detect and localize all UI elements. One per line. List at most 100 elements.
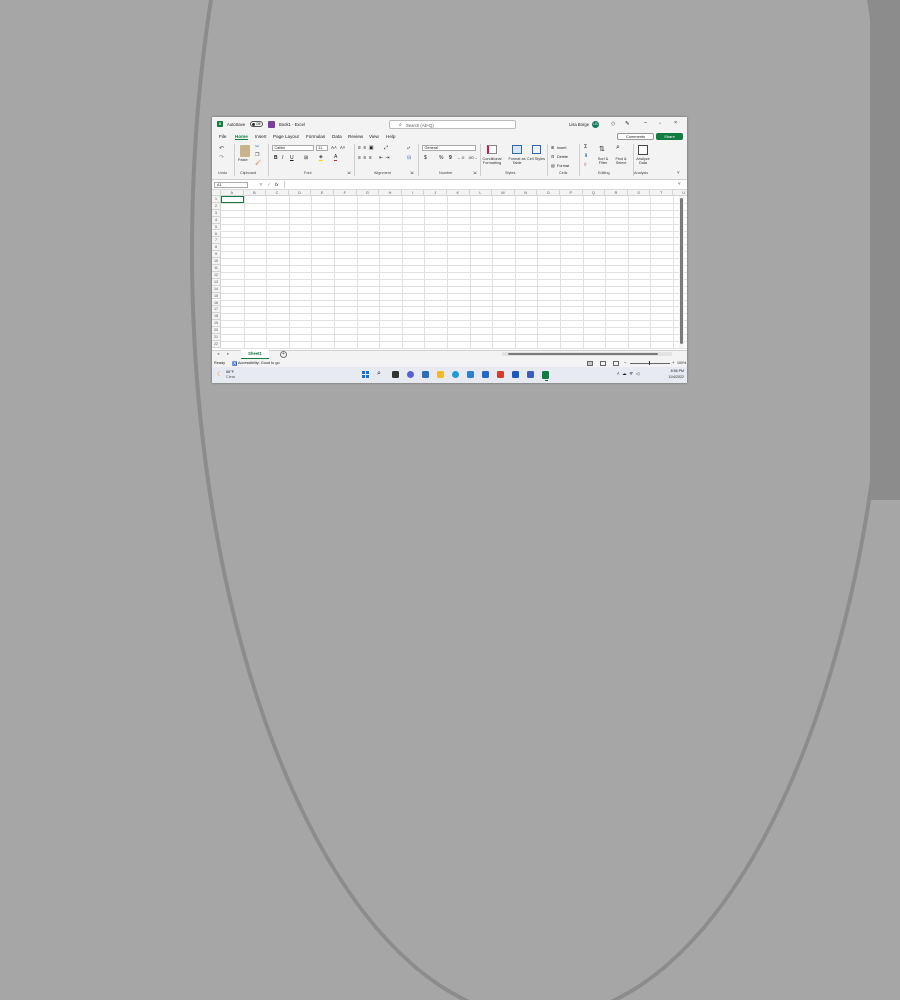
bold-button[interactable]: B: [274, 155, 278, 161]
row-header[interactable]: 10: [212, 258, 221, 265]
column-header[interactable]: I: [402, 190, 425, 196]
add-sheet-button[interactable]: +: [280, 351, 287, 358]
decrease-decimal-icon[interactable]: .00→: [468, 155, 478, 160]
conditional-formatting-label[interactable]: Conditional Formatting: [478, 157, 506, 165]
autosum-icon[interactable]: Σ: [584, 144, 587, 150]
formula-input[interactable]: [284, 181, 680, 188]
row-header[interactable]: 9: [212, 251, 221, 258]
clock-time[interactable]: 8:56 PM: [664, 369, 684, 373]
fill-icon[interactable]: ⬇: [584, 153, 588, 159]
tab-page-layout[interactable]: Page Layout: [273, 134, 299, 139]
widgets-icon[interactable]: [422, 371, 429, 378]
underline-button[interactable]: U: [290, 155, 294, 161]
row-header[interactable]: 21: [212, 334, 221, 341]
increase-font-icon[interactable]: A˄: [331, 145, 337, 150]
delete-cells-icon[interactable]: ⊟: [551, 154, 554, 159]
row-header[interactable]: 5: [212, 224, 221, 231]
column-header[interactable]: J: [424, 190, 447, 196]
tray-icons[interactable]: ˄☁ᯤ◁: [617, 371, 642, 377]
percent-button[interactable]: %: [439, 155, 443, 161]
analyze-data-icon[interactable]: [638, 145, 648, 155]
row-header[interactable]: 4: [212, 217, 221, 224]
row-header[interactable]: 20: [212, 327, 221, 334]
column-header[interactable]: D: [289, 190, 312, 196]
collapse-ribbon-icon[interactable]: ˅: [677, 170, 680, 175]
row-header[interactable]: 22: [212, 341, 221, 348]
analyze-data-label[interactable]: Analyze Data: [633, 157, 653, 165]
weather-temp[interactable]: 66°F: [226, 370, 234, 374]
tab-review[interactable]: Review: [348, 134, 363, 139]
column-header[interactable]: M: [492, 190, 515, 196]
zoom-in-icon[interactable]: +: [672, 360, 675, 365]
tab-data[interactable]: Data: [332, 134, 342, 139]
expand-formula-icon[interactable]: ˅: [678, 181, 681, 186]
diamond-icon[interactable]: ◇: [611, 121, 615, 127]
row-header[interactable]: 11: [212, 265, 221, 272]
alignment-launcher-icon[interactable]: ⇲: [410, 170, 413, 175]
search-box[interactable]: ⌕ Search (Alt+Q): [389, 120, 516, 129]
column-header[interactable]: E: [311, 190, 334, 196]
store-icon[interactable]: [467, 371, 474, 378]
row-header[interactable]: 13: [212, 279, 221, 286]
format-as-table-label[interactable]: Format as Table: [506, 157, 528, 165]
font-name-select[interactable]: Calibri: [272, 145, 314, 151]
cut-icon[interactable]: ✂: [255, 144, 259, 150]
column-header[interactable]: C: [266, 190, 289, 196]
tab-help[interactable]: Help: [386, 134, 395, 139]
row-header[interactable]: 16: [212, 300, 221, 307]
horizontal-scroll-thumb[interactable]: [508, 353, 658, 355]
cancel-entry-icon[interactable]: ✕: [259, 182, 263, 188]
conditional-formatting-icon[interactable]: [487, 145, 497, 154]
merge-center-icon[interactable]: ⊟: [407, 155, 411, 161]
tab-formulas[interactable]: Formulas: [306, 134, 325, 139]
avatar[interactable]: LB: [592, 121, 599, 128]
number-format-select[interactable]: General: [422, 145, 476, 151]
row-header[interactable]: 14: [212, 286, 221, 293]
row-header[interactable]: 8: [212, 244, 221, 251]
minimize-icon[interactable]: –: [644, 120, 647, 126]
close-icon[interactable]: ×: [674, 120, 677, 126]
vertical-align-icons[interactable]: ≡≡▣: [358, 145, 376, 151]
column-header[interactable]: S: [628, 190, 651, 196]
italic-button[interactable]: I: [282, 155, 283, 161]
font-size-select[interactable]: 11: [316, 145, 328, 151]
clear-icon[interactable]: ◊: [584, 162, 586, 168]
clock-date[interactable]: 11/4/2022: [662, 375, 684, 379]
find-select-icon[interactable]: ⌕: [616, 144, 620, 152]
page-layout-view-icon[interactable]: [600, 361, 606, 366]
next-sheet-icon[interactable]: ▸: [227, 351, 229, 357]
pen-icon[interactable]: ✎: [625, 121, 630, 127]
mail-icon[interactable]: [482, 371, 489, 378]
normal-view-icon[interactable]: [587, 361, 593, 366]
file-explorer-icon[interactable]: [437, 371, 444, 378]
confirm-entry-icon[interactable]: ✓: [267, 182, 271, 188]
chat-icon[interactable]: [407, 371, 414, 378]
zoom-out-icon[interactable]: –: [624, 360, 626, 365]
wrap-text-icon[interactable]: ⤶: [407, 145, 410, 151]
worksheet-grid[interactable]: ABCDEFGHIJKLMNOPQRSTU1234567891011121314…: [212, 190, 687, 349]
row-header[interactable]: 17: [212, 306, 221, 313]
insert-function-button[interactable]: fx: [275, 182, 279, 187]
borders-icon[interactable]: ⊞: [304, 155, 308, 161]
word-icon[interactable]: [512, 371, 519, 378]
paste-icon[interactable]: [240, 145, 250, 157]
row-header[interactable]: 19: [212, 320, 221, 327]
font-color-icon[interactable]: A: [334, 154, 337, 161]
format-cells-label[interactable]: Format: [557, 164, 569, 168]
sheet-tab-sheet1[interactable]: Sheet1: [241, 350, 269, 359]
tab-home[interactable]: Home: [235, 134, 248, 140]
increase-decimal-icon[interactable]: ←.0: [457, 155, 464, 160]
save-icon[interactable]: [268, 121, 275, 128]
format-as-table-icon[interactable]: [512, 145, 522, 154]
zoom-slider-thumb[interactable]: [649, 361, 650, 365]
column-header[interactable]: T: [650, 190, 673, 196]
sort-filter-label[interactable]: Sort & Filter: [593, 157, 613, 165]
insert-cells-label[interactable]: Insert: [557, 146, 567, 150]
zoom-slider[interactable]: [630, 363, 670, 364]
copy-icon[interactable]: ❐: [255, 152, 259, 158]
comma-button[interactable]: 9: [449, 155, 452, 161]
horizontal-scrollbar[interactable]: [502, 352, 672, 356]
cell-styles-icon[interactable]: [532, 145, 541, 154]
delete-cells-label[interactable]: Delete: [557, 155, 568, 159]
font-launcher-icon[interactable]: ⇲: [347, 170, 350, 175]
